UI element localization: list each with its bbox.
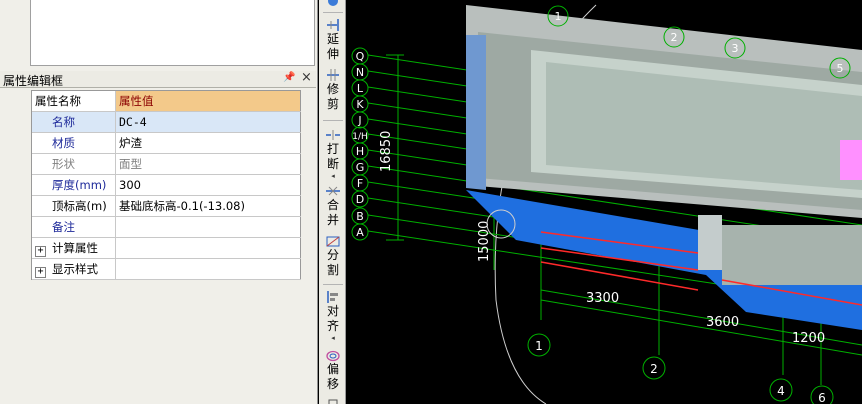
- property-label: 顶标高(m): [32, 196, 116, 216]
- col-axis-label: 2: [650, 362, 658, 376]
- col-axis-label: 3: [732, 42, 739, 55]
- trim-icon: [327, 69, 339, 81]
- offset-button[interactable]: 偏移: [321, 348, 345, 392]
- property-label: 备注: [32, 217, 116, 237]
- group-label: 计算属性: [52, 241, 98, 255]
- merge-icon: [326, 186, 340, 196]
- properties-panel: 属性编辑框 📌 × 属性名称 属性值 名称 DC-4 材质 炉渣 形状 面型 厚…: [0, 0, 318, 404]
- property-group-display[interactable]: + 显示样式: [32, 259, 301, 280]
- cad-drawing[interactable]: Q N L K J 1/H H G F D B A 16850 15000 1 …: [346, 0, 862, 404]
- row-axis-label: N: [356, 66, 364, 79]
- dim-text: 1200: [792, 331, 825, 346]
- row-axis-label: K: [356, 98, 364, 111]
- cad-viewport[interactable]: Q N L K J 1/H H G F D B A 16850 15000 1 …: [346, 0, 862, 404]
- building-notch-floor: [722, 225, 862, 285]
- col-axis-label: 4: [777, 384, 785, 398]
- property-group-calc[interactable]: + 计算属性: [32, 238, 301, 259]
- property-row-remark[interactable]: 备注: [32, 217, 301, 238]
- merge-button[interactable]: 合并: [321, 184, 345, 228]
- property-label: 厚度(mm): [32, 175, 116, 195]
- property-grid-header: 属性名称 属性值: [32, 91, 301, 112]
- col-axis-label: 1: [555, 10, 562, 23]
- property-value: 面型: [116, 154, 301, 174]
- row-axis-label: B: [356, 210, 364, 223]
- property-label: 材质: [32, 133, 116, 153]
- property-value[interactable]: 300: [116, 175, 301, 195]
- property-value[interactable]: [116, 217, 301, 237]
- panel-title: 属性编辑框: [3, 74, 64, 88]
- pin-icon[interactable]: 📌: [283, 72, 295, 83]
- split-button[interactable]: 分割: [321, 234, 345, 278]
- property-label: 形状: [32, 154, 116, 174]
- circle-icon: [328, 0, 338, 6]
- expand-icon[interactable]: +: [35, 267, 46, 278]
- edit-toolbar: 延伸 修剪 打断 ◂ 合并 分割 对齐 ◂ 偏移: [319, 0, 346, 404]
- col-axis-label: 6: [818, 391, 826, 404]
- property-row-material[interactable]: 材质 炉渣: [32, 133, 301, 154]
- toolbar-more-partial[interactable]: [321, 398, 345, 404]
- group-label: 显示样式: [52, 262, 98, 276]
- component-list[interactable]: [30, 0, 315, 66]
- building-edge: [466, 35, 486, 190]
- col-axis-label: 1: [535, 339, 543, 353]
- pink-element: [840, 140, 862, 180]
- align-icon: [327, 291, 338, 303]
- column-header-value: 属性值: [116, 91, 301, 111]
- property-row-top-elevation[interactable]: 顶标高(m) 基础底标高-0.1(-13.08): [32, 196, 301, 217]
- bottom-axis-labels: 1 2 4 6: [535, 339, 826, 404]
- toolbar-top-partial[interactable]: [321, 0, 345, 8]
- close-icon[interactable]: ×: [301, 70, 312, 85]
- dim-text: 3600: [706, 315, 739, 330]
- dropdown-arrow-icon[interactable]: ◂: [321, 334, 345, 342]
- split-icon: [326, 236, 340, 247]
- building-notch: [698, 215, 722, 270]
- row-axis-label: Q: [356, 50, 365, 63]
- property-row-thickness[interactable]: 厚度(mm) 300: [32, 175, 301, 196]
- col-axis-label: 2: [671, 31, 678, 44]
- property-row-name[interactable]: 名称 DC-4: [32, 112, 301, 133]
- row-axis-label: G: [356, 161, 365, 174]
- property-value[interactable]: 炉渣: [116, 133, 301, 153]
- dropdown-arrow-icon[interactable]: ◂: [321, 172, 345, 180]
- offset-icon: [326, 350, 340, 362]
- row-axis-label: A: [356, 226, 364, 239]
- square-icon: [328, 399, 338, 404]
- expand-icon[interactable]: +: [35, 246, 46, 257]
- break-icon: [326, 130, 340, 140]
- row-axis-label: J: [357, 114, 361, 127]
- dim-vertical: 16850: [379, 131, 394, 172]
- col-axis-label: 5: [837, 62, 844, 75]
- row-axis-label: L: [357, 82, 364, 95]
- extend-button[interactable]: 延伸: [321, 18, 345, 62]
- trim-button[interactable]: 修剪: [321, 68, 345, 112]
- align-button[interactable]: 对齐 ◂: [321, 290, 345, 342]
- property-row-shape[interactable]: 形状 面型: [32, 154, 301, 175]
- bottom-axis-bubbles: [527, 333, 834, 404]
- row-axis-label: 1/H: [352, 132, 368, 142]
- panel-titlebar: 属性编辑框 📌 ×: [0, 70, 316, 88]
- row-axis-label: H: [356, 145, 364, 158]
- property-label: 名称: [32, 112, 116, 132]
- property-value[interactable]: 基础底标高-0.1(-13.08): [116, 196, 301, 216]
- dim-text: 3300: [586, 291, 619, 306]
- extend-icon: [327, 19, 339, 31]
- row-axis-label: D: [356, 193, 364, 206]
- row-axis-label: F: [357, 177, 363, 190]
- dim-radius: 15000: [477, 221, 492, 262]
- break-button[interactable]: 打断 ◂: [321, 128, 345, 180]
- property-grid: 属性名称 属性值 名称 DC-4 材质 炉渣 形状 面型 厚度(mm) 300 …: [31, 90, 301, 280]
- property-value[interactable]: DC-4: [116, 112, 301, 132]
- column-header-name: 属性名称: [32, 91, 116, 111]
